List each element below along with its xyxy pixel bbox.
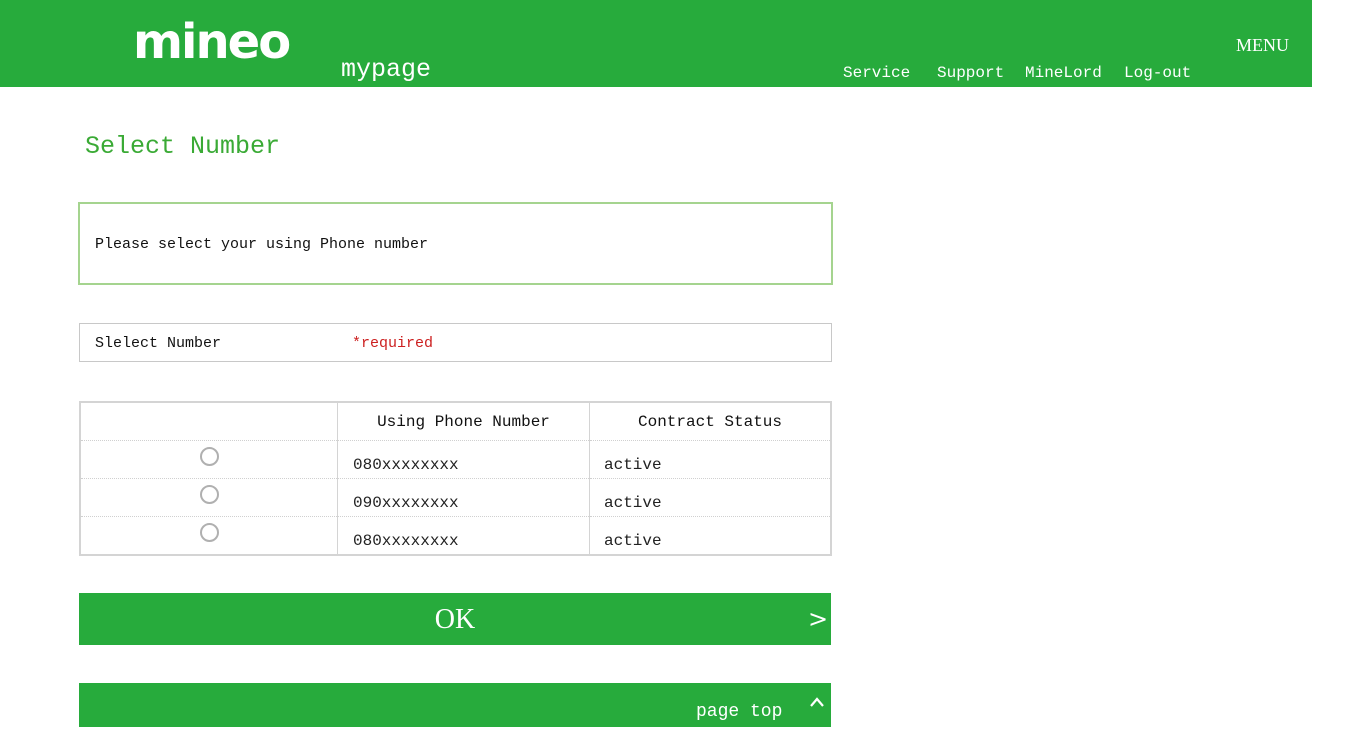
select-number-label-box: Slelect Number *required [79, 323, 832, 362]
table-row[interactable]: 080xxxxxxxx active [79, 516, 832, 556]
radio-cell[interactable] [79, 516, 338, 556]
column-header-phone-number: Using Phone Number [337, 402, 590, 441]
number-radio-button[interactable] [199, 522, 219, 542]
page-title: Select Number [85, 132, 281, 161]
menu-button[interactable]: MENU [1236, 35, 1289, 55]
ok-button[interactable]: OK > [79, 593, 831, 645]
contract-status-cell: active [589, 516, 832, 556]
mineo-logo[interactable]: mineo [133, 12, 293, 72]
phone-number-cell: 080xxxxxxxx [337, 440, 590, 479]
page-top-label: page top [696, 702, 783, 722]
select-number-label: Slelect Number [95, 335, 222, 352]
mypage-subtitle: mypage [341, 55, 432, 84]
instruction-text: Please select your using Phone number [95, 236, 429, 253]
instruction-box: Please select your using Phone number [78, 202, 833, 285]
radio-cell[interactable] [79, 478, 338, 517]
contract-status-cell: active [589, 478, 832, 517]
nav-minelord-link[interactable]: MineLord [1025, 64, 1102, 82]
phone-number-cell: 090xxxxxxxx [337, 478, 590, 517]
chevron-right-icon: > [808, 605, 829, 633]
table-row[interactable]: 080xxxxxxxx active [79, 440, 832, 479]
table-header-row: Using Phone Number Contract Status [79, 402, 832, 441]
required-indicator: *required [352, 335, 434, 352]
nav-support-link[interactable]: Support [937, 64, 1004, 82]
ok-button-label: OK [434, 604, 476, 635]
column-header-contract-status: Contract Status [589, 402, 832, 441]
site-header: mineo mypage MENU Service Support MineLo… [0, 0, 1312, 87]
phone-number-table: Using Phone Number Contract Status 080xx… [79, 401, 832, 556]
table-row[interactable]: 090xxxxxxxx active [79, 478, 832, 517]
number-radio-button[interactable] [199, 446, 219, 466]
nav-logout-link[interactable]: Log-out [1124, 64, 1191, 82]
page-top-button[interactable]: page top [79, 683, 831, 727]
phone-number-cell: 080xxxxxxxx [337, 516, 590, 556]
chevron-up-icon [809, 691, 825, 711]
number-radio-button[interactable] [199, 484, 219, 504]
nav-service-link[interactable]: Service [843, 64, 910, 82]
column-header-select [79, 402, 338, 441]
contract-status-cell: active [589, 440, 832, 479]
radio-cell[interactable] [79, 440, 338, 479]
